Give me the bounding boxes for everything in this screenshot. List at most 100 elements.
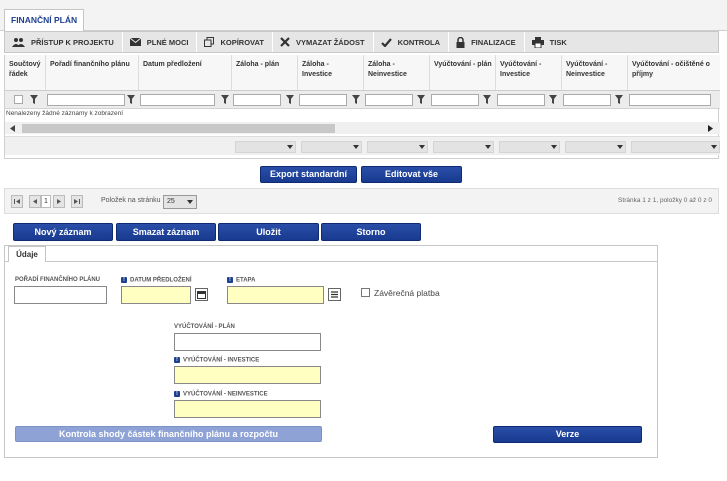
export-button[interactable]: Export standardní: [260, 166, 357, 183]
pager-summary: Stránka 1 z 1, položky 0 až 0 z 0: [618, 197, 712, 204]
required-icon: !: [121, 277, 127, 283]
col-vyuctovani-neinvestice[interactable]: Vyúčtování - Neinvestice: [562, 55, 628, 90]
last-page-button[interactable]: [71, 195, 83, 208]
filter-icon: [30, 95, 38, 104]
per-page-select[interactable]: 25: [163, 195, 197, 209]
filter-vyuctovani-ocistene[interactable]: [629, 94, 711, 106]
power-of-attorney-label: PLNÉ MOCI: [146, 37, 189, 47]
copy-icon: [204, 37, 215, 47]
etapa-label: ! ETAPA: [227, 277, 255, 284]
filter-zaloha-investice[interactable]: [299, 94, 347, 106]
first-page-button[interactable]: [11, 195, 23, 208]
close-icon: [280, 37, 290, 47]
zaverecna-checkbox[interactable]: [361, 288, 370, 297]
finalize-button[interactable]: FINALIZACE: [449, 32, 525, 52]
zaverecna-label: Závěrečná platba: [374, 288, 440, 298]
check-button[interactable]: KONTROLA: [374, 32, 450, 52]
page-number[interactable]: 1: [41, 195, 51, 208]
summary-select[interactable]: [235, 141, 296, 153]
per-page-value: 25: [167, 198, 175, 205]
grid-filter-row: [5, 91, 720, 109]
edit-all-button[interactable]: Editovat vše: [361, 166, 462, 183]
summary-select[interactable]: [301, 141, 362, 153]
calendar-icon[interactable]: [195, 288, 208, 301]
filter-vyuctovani-neinvestice[interactable]: [563, 94, 611, 106]
summary-select[interactable]: [631, 141, 720, 153]
arrow-left-icon[interactable]: [10, 125, 15, 132]
copy-label: KOPÍROVAT: [220, 37, 264, 47]
check-icon: [380, 37, 392, 47]
tab-udaje[interactable]: Údaje: [8, 246, 46, 262]
sum-row-checkbox[interactable]: [14, 95, 23, 104]
filter-icon: [483, 95, 491, 104]
access-project-button[interactable]: PŘÍSTUP K PROJEKTU: [5, 32, 123, 52]
delete-record-button[interactable]: Smazat záznam: [116, 223, 216, 241]
copy-button[interactable]: KOPÍROVAT: [197, 32, 273, 52]
datum-input[interactable]: [121, 286, 191, 304]
filter-datum[interactable]: [140, 94, 215, 106]
summary-select[interactable]: [499, 141, 560, 153]
vyu-plan-input[interactable]: [174, 333, 321, 351]
arrow-right-icon[interactable]: [708, 125, 713, 132]
required-icon: !: [174, 357, 180, 363]
vyu-inv-label: ! VYÚČTOVÁNÍ - INVESTICE: [174, 357, 259, 364]
col-zaloha-neinvestice[interactable]: Záloha - Neinvestice: [364, 55, 430, 90]
save-button[interactable]: Uložit: [218, 223, 319, 241]
print-label: TISK: [549, 37, 567, 47]
print-button[interactable]: TISK: [525, 32, 575, 52]
horizontal-scrollbar[interactable]: [5, 122, 720, 134]
data-grid: Součtový řádek Pořadí finančního plánu D…: [4, 55, 720, 159]
col-poradi[interactable]: Pořadí finančního plánu: [46, 55, 139, 90]
filter-vyuctovani-investice[interactable]: [497, 94, 545, 106]
vyu-plan-label: VYÚČTOVÁNÍ - PLÁN: [174, 324, 235, 330]
vyu-neinv-input[interactable]: [174, 400, 321, 418]
delete-request-label: VYMAZAT ŽÁDOST: [295, 37, 365, 47]
col-zaloha-investice[interactable]: Záloha - Investice: [298, 55, 364, 90]
grid-header: Součtový řádek Pořadí finančního plánu D…: [5, 55, 720, 91]
tab-financni-plan[interactable]: FINANČNÍ PLÁN: [4, 9, 85, 32]
access-project-label: PŘÍSTUP K PROJEKTU: [31, 37, 114, 47]
verze-button[interactable]: Verze: [493, 426, 642, 443]
list-icon[interactable]: [328, 288, 341, 301]
next-page-button[interactable]: [53, 195, 65, 208]
filter-icon: [127, 95, 135, 104]
prev-page-button[interactable]: [29, 195, 41, 208]
col-zaloha-plan[interactable]: Záloha - plán: [232, 55, 298, 90]
summary-select[interactable]: [565, 141, 626, 153]
etapa-input[interactable]: [227, 286, 324, 304]
new-record-button[interactable]: Nový záznam: [13, 223, 113, 241]
col-vyuctovani-plan[interactable]: Vyúčtování - plán: [430, 55, 496, 90]
filter-zaloha-neinvestice[interactable]: [365, 94, 413, 106]
prev-page-icon: [33, 199, 37, 204]
filter-icon: [221, 95, 229, 104]
delete-request-button[interactable]: VYMAZAT ŽÁDOST: [273, 32, 374, 52]
filter-poradi[interactable]: [47, 94, 125, 106]
kontrola-shody-button[interactable]: Kontrola shody částek finančního plánu a…: [15, 426, 322, 442]
summary-select[interactable]: [433, 141, 494, 153]
finalize-label: FINALIZACE: [471, 37, 516, 47]
power-of-attorney-button[interactable]: PLNÉ MOCI: [123, 32, 198, 52]
lock-icon: [456, 36, 465, 48]
col-vyuctovani-investice[interactable]: Vyúčtování - Investice: [496, 55, 562, 90]
scrollbar-thumb[interactable]: [22, 124, 335, 133]
check-label: KONTROLA: [397, 37, 441, 47]
empty-message: Nenalezeny žádné záznamy k zobrazení: [6, 110, 124, 117]
next-page-icon: [57, 199, 61, 204]
vyu-inv-input[interactable]: [174, 366, 321, 384]
col-datum[interactable]: Datum předložení: [139, 55, 232, 90]
poradi-input[interactable]: [14, 286, 107, 304]
required-icon: !: [227, 277, 233, 283]
cancel-button[interactable]: Storno: [321, 223, 421, 241]
filter-vyuctovani-plan[interactable]: [431, 94, 479, 106]
pager: 1 Položek na stránku 25 Stránka 1 z 1, p…: [4, 188, 719, 214]
filter-icon: [615, 95, 623, 104]
col-vyuctovani-ocistene[interactable]: Vyúčtování - očištěné o příjmy: [628, 55, 720, 90]
filter-icon: [549, 95, 557, 104]
summary-select[interactable]: [367, 141, 428, 153]
poradi-label: POŘADÍ FINANČNÍHO PLÁNU: [15, 277, 100, 283]
chevron-down-icon: [187, 200, 193, 204]
filter-zaloha-plan[interactable]: [233, 94, 281, 106]
filter-icon: [352, 95, 360, 104]
printer-icon: [531, 36, 544, 48]
col-soucet[interactable]: Součtový řádek: [5, 55, 46, 90]
